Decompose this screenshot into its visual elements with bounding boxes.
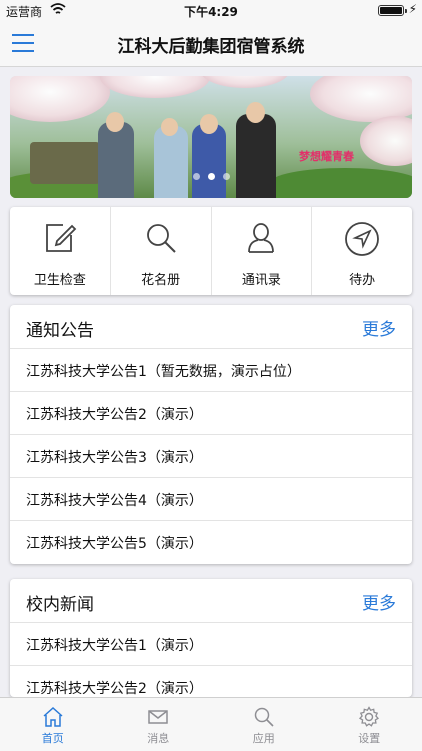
tab-label: 首页 xyxy=(0,730,106,746)
tab-label: 应用 xyxy=(211,730,317,746)
list-item[interactable]: 江苏科技大学公告1（暂无数据，演示占位） xyxy=(10,349,412,392)
mail-icon xyxy=(147,706,169,728)
banner-slogan: 梦想耀青春 xyxy=(299,148,354,164)
tile-label: 花名册 xyxy=(111,269,211,288)
tab-label: 设置 xyxy=(317,730,422,746)
roster-tile[interactable]: 花名册 xyxy=(111,207,212,295)
list-item[interactable]: 江苏科技大学公告2（演示） xyxy=(10,666,412,697)
status-bar: 运营商 下午4:29 ⚡ xyxy=(0,0,422,20)
edit-icon xyxy=(43,221,77,255)
tile-label: 通讯录 xyxy=(212,269,312,288)
section-title: 通知公告 xyxy=(26,316,94,341)
tab-label: 消息 xyxy=(106,730,212,746)
section-title: 校内新闻 xyxy=(26,590,94,615)
home-icon xyxy=(42,706,64,728)
tile-label: 卫生检查 xyxy=(10,269,110,288)
battery-fill xyxy=(380,7,402,14)
navigation-icon xyxy=(344,221,380,257)
list-item[interactable]: 江苏科技大学公告3（演示） xyxy=(10,435,412,478)
tab-settings[interactable]: 设置 xyxy=(317,698,422,751)
carousel-dots[interactable] xyxy=(10,165,412,184)
gear-icon xyxy=(358,706,380,728)
tile-label: 待办 xyxy=(312,269,412,288)
notices-card: 通知公告 更多 江苏科技大学公告1（暂无数据，演示占位） 江苏科技大学公告2（演… xyxy=(10,305,412,564)
list-item[interactable]: 江苏科技大学公告2（演示） xyxy=(10,392,412,435)
list-item[interactable]: 江苏科技大学公告4（演示） xyxy=(10,478,412,521)
tab-home[interactable]: 首页 xyxy=(0,698,106,751)
search-icon xyxy=(144,221,178,255)
hygiene-check-tile[interactable]: 卫生检查 xyxy=(10,207,111,295)
battery-icon xyxy=(378,5,404,16)
card-header: 通知公告 更多 xyxy=(10,305,412,349)
more-link[interactable]: 更多 xyxy=(362,315,396,340)
nav-bar: 江科大后勤集团宿管系统 xyxy=(0,20,422,67)
list-item[interactable]: 江苏科技大学公告1（演示） xyxy=(10,623,412,666)
tab-messages[interactable]: 消息 xyxy=(106,698,212,751)
clock: 下午4:29 xyxy=(0,3,422,20)
news-card: 校内新闻 更多 江苏科技大学公告1（演示） 江苏科技大学公告2（演示） xyxy=(10,579,412,697)
banner-carousel[interactable]: 梦想耀青春 xyxy=(10,76,412,198)
more-link[interactable]: 更多 xyxy=(362,589,396,614)
tab-bar: 首页 消息 应用 设置 xyxy=(0,697,422,751)
tab-apps[interactable]: 应用 xyxy=(211,698,317,751)
contacts-tile[interactable]: 通讯录 xyxy=(212,207,313,295)
charging-icon: ⚡ xyxy=(409,2,417,16)
quick-actions: 卫生检查 花名册 通讯录 待办 xyxy=(10,207,412,295)
todo-tile[interactable]: 待办 xyxy=(312,207,412,295)
page-title: 江科大后勤集团宿管系统 xyxy=(0,32,422,57)
person-icon xyxy=(244,221,278,255)
search-icon xyxy=(253,706,275,728)
list-item[interactable]: 江苏科技大学公告5（演示） xyxy=(10,521,412,564)
card-header: 校内新闻 更多 xyxy=(10,579,412,623)
